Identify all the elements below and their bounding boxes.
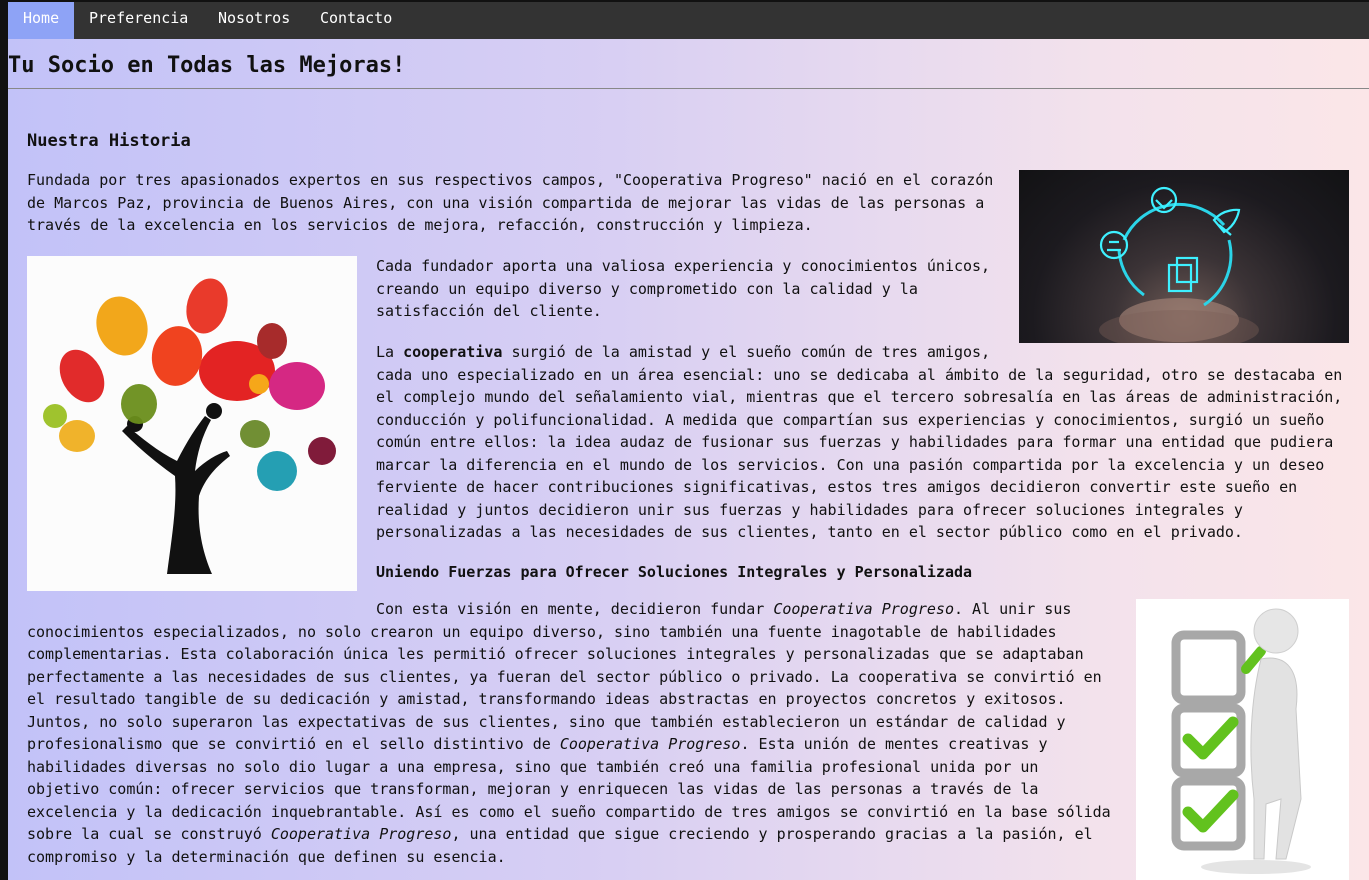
text-line: través de la excelencia en los servicios… bbox=[27, 216, 813, 234]
text-line: común entre ellos: la idea audaz de fusi… bbox=[376, 433, 1334, 451]
section-heading: Nuestra Historia bbox=[27, 131, 191, 151]
nav-contacto[interactable]: Contacto bbox=[305, 2, 407, 39]
text-line: cada uno especializado en un área esenci… bbox=[376, 365, 1343, 384]
text-segment: . Esta unión de mentes creativas y bbox=[740, 735, 1048, 753]
text-line: Fundada por tres apasionados expertos en… bbox=[27, 171, 994, 189]
paragraph-vision: Con esta visión en mente, decidieron fun… bbox=[27, 598, 1132, 868]
text-line: La cooperativa surgió de la amistad y el… bbox=[376, 341, 1366, 364]
hands-tree-graphic bbox=[43, 278, 336, 574]
text-line: satisfacción del cliente. bbox=[376, 302, 602, 320]
text-line: habilidades diversas no solo dio lugar a… bbox=[27, 757, 1039, 776]
page-title: Tu Socio en Todas las Mejoras! bbox=[8, 53, 406, 78]
nav-home[interactable]: Home bbox=[8, 2, 74, 39]
text-line: marcar la diferencia en el mundo de los … bbox=[376, 455, 1325, 474]
paragraph-founders: Cada fundador aporta una valiosa experie… bbox=[376, 255, 1016, 323]
text-line: realidad y juntos decidieron unir sus fu… bbox=[376, 500, 1243, 519]
text-line: excelencia y la dedicación inquebrantabl… bbox=[27, 802, 1111, 821]
cooperativa-progreso-italic: Cooperativa Progreso bbox=[559, 735, 741, 753]
hand-icons-image bbox=[1019, 170, 1349, 343]
text-line: Con esta visión en mente, decidieron fun… bbox=[27, 598, 1132, 621]
hand-icons-graphic bbox=[1099, 186, 1259, 343]
text-segment: La bbox=[376, 343, 404, 361]
cooperativa-progreso-italic: Cooperativa Progreso bbox=[270, 825, 452, 843]
title-divider bbox=[8, 88, 1369, 89]
text-line: sobre la cual se construyó Cooperativa P… bbox=[27, 823, 1132, 846]
checklist-image bbox=[1136, 599, 1349, 880]
nav-preferencia[interactable]: Preferencia bbox=[74, 2, 203, 39]
text-segment: Con esta visión en mente, decidieron fun… bbox=[376, 600, 774, 618]
subsection-heading: Uniendo Fuerzas para Ofrecer Soluciones … bbox=[376, 563, 973, 581]
hands-tree-image bbox=[27, 256, 357, 591]
text-segment: surgió de la amistad y el sueño común de… bbox=[502, 343, 991, 361]
paragraph-cooperativa: La cooperativa surgió de la amistad y el… bbox=[376, 341, 1366, 544]
text-line: objetivo común: ofrecer servicios que tr… bbox=[27, 780, 1039, 798]
text-line: creando un equipo diverso y comprometido… bbox=[376, 279, 918, 298]
text-segment: sobre la cual se construyó bbox=[27, 825, 271, 843]
text-line: perfectamente a las necesidades de sus c… bbox=[27, 667, 1102, 686]
text-segment: . Al unir sus bbox=[953, 600, 1072, 618]
checklist-graphic bbox=[1171, 608, 1311, 874]
text-line: complementarias. Esta colaboración única… bbox=[27, 645, 1084, 663]
nav-nosotros[interactable]: Nosotros bbox=[203, 2, 305, 39]
text-segment: , una entidad que sigue creciendo y pros… bbox=[451, 825, 1093, 843]
text-line: compromiso y la determinación que define… bbox=[27, 847, 506, 866]
text-line: profesionalismo que se convirtió en el s… bbox=[27, 733, 1132, 756]
paragraph-intro: Fundada por tres apasionados expertos en… bbox=[27, 169, 1007, 237]
text-segment: profesionalismo que se convirtió en el s… bbox=[27, 735, 560, 753]
cooperativa-progreso-italic: Cooperativa Progreso bbox=[773, 600, 954, 618]
text-line: conocimientos especializados, no solo cr… bbox=[27, 622, 1057, 641]
text-line: conducción y polifuncionalidad. A medida… bbox=[376, 410, 1325, 429]
text-line: el complejo mundo del señalamiento vial,… bbox=[376, 388, 1343, 406]
text-line: Cada fundador aporta una valiosa experie… bbox=[376, 257, 991, 275]
cooperativa-bold: cooperativa bbox=[403, 343, 503, 361]
text-line: Juntos, no solo superaron las expectativ… bbox=[27, 712, 1066, 731]
top-navigation-bar: Home Preferencia Nosotros Contacto bbox=[8, 2, 1369, 39]
page-left-edge bbox=[0, 0, 8, 880]
text-line: de Marcos Paz, provincia de Buenos Aires… bbox=[27, 193, 985, 212]
text-line: personalizadas a las necesidades de sus … bbox=[376, 523, 1243, 541]
text-line: el resultado tangible de su dedicación y… bbox=[27, 690, 1066, 708]
text-line: ferviente de hacer contribuciones signif… bbox=[376, 478, 1298, 496]
